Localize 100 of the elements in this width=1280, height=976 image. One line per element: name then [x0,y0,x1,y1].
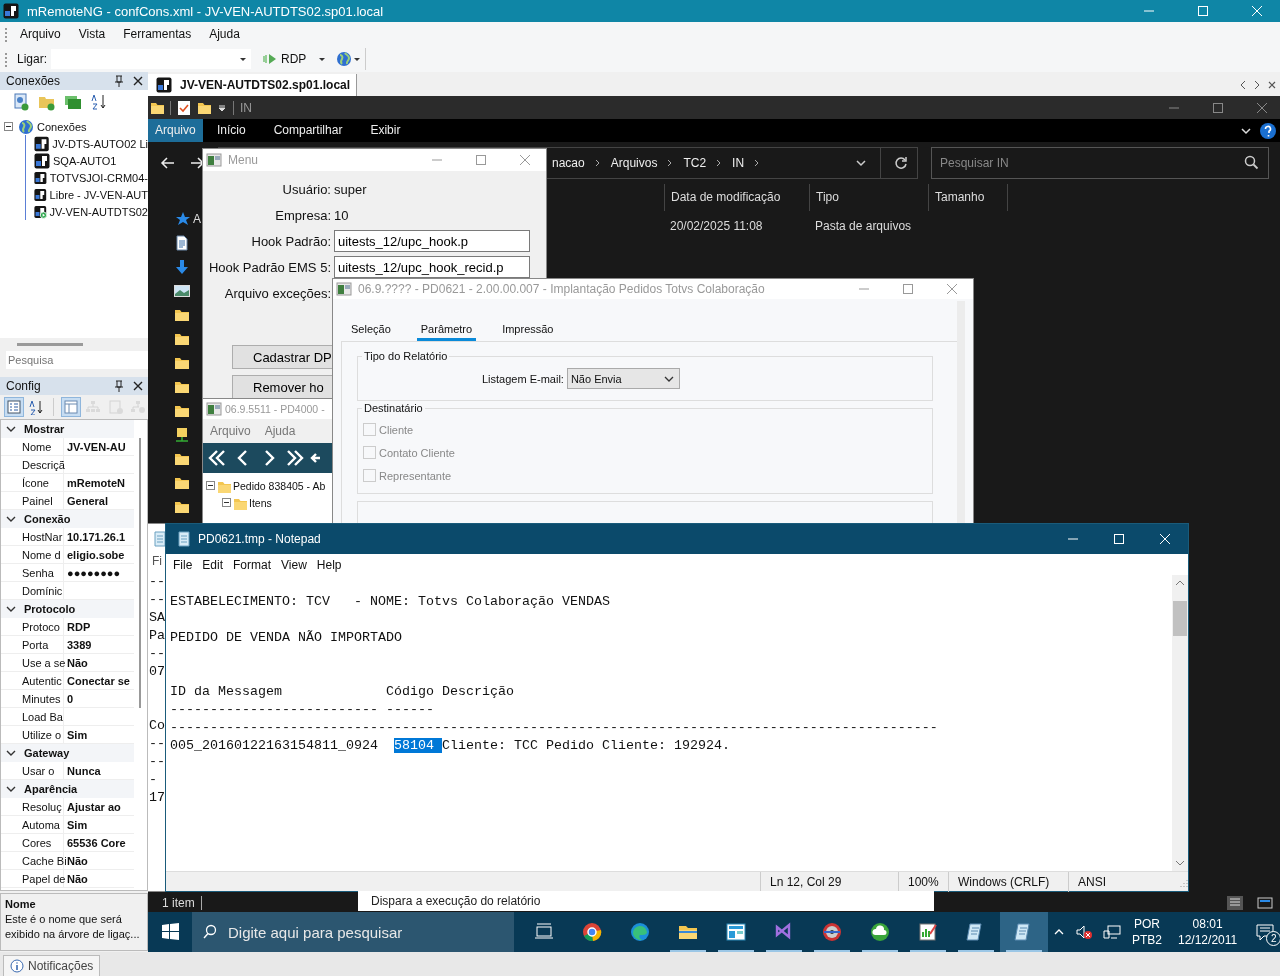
dropdown[interactable]: Não Envia [566,368,680,390]
nav-item[interactable]: A [193,212,201,226]
folder-icon[interactable] [174,355,190,371]
folder-icon[interactable] [174,475,190,491]
folder-icon[interactable] [174,307,190,323]
pin-icon[interactable] [114,75,124,87]
folder-icon[interactable] [174,403,190,419]
category-row[interactable]: Aparência [1,780,134,798]
column-header[interactable]: Data de modificação [664,184,809,211]
search-field[interactable]: Pesquisar IN [931,147,1270,179]
folder-icon[interactable] [174,379,190,395]
star-icon[interactable] [174,211,190,227]
protocol-button[interactable]: RDP [261,52,309,66]
breadcrumb-item[interactable]: IN [732,156,745,170]
new-connection-icon[interactable] [12,92,30,111]
collapse-icon[interactable] [6,514,16,524]
refresh-icon[interactable] [893,155,909,171]
ribbon-tab[interactable]: Arquivo [148,119,203,142]
menu-item[interactable]: Ajuda [264,424,296,438]
scroll-up-icon[interactable] [1175,579,1185,587]
scroll-down-icon[interactable] [1175,859,1185,867]
property-value[interactable]: Sim [64,726,134,744]
folder-icon[interactable] [174,331,190,347]
pin-icon[interactable] [114,380,124,392]
menu-item[interactable]: Ajuda [200,27,249,41]
property-value[interactable]: ●●●●●●●● [64,564,134,582]
scrollbar[interactable] [1172,575,1188,871]
column-header[interactable]: Tamanho [928,184,1008,211]
quick-connect-button[interactable] [336,48,367,70]
menu-item[interactable]: Vista [69,27,115,41]
property-value[interactable]: 3389 [64,636,134,654]
collapse-icon[interactable] [6,604,16,614]
back-arrow-icon[interactable] [160,155,176,171]
menu-item[interactable]: Edit [197,557,229,572]
property-name[interactable]: Porta [20,636,64,654]
forward-arrow-icon[interactable] [189,155,205,171]
menu-item[interactable]: View [276,557,312,572]
collapse-icon[interactable] [6,424,16,434]
menu-item[interactable]: Arquivo [210,424,251,438]
scrollbar-thumb[interactable] [139,438,141,708]
help-icon[interactable] [1259,121,1278,140]
close-icon[interactable] [132,75,144,87]
document-tab[interactable]: JV-VEN-AUTDTS02.sp01.local [148,74,358,96]
scroll-left-icon[interactable] [1239,80,1248,90]
clock[interactable]: 08:01 12/12/2011 [1178,916,1238,948]
property-name[interactable]: Ícone [20,474,64,492]
language-indicator[interactable]: POR PTB2 [1132,916,1162,948]
network-icon[interactable] [1103,924,1121,940]
property-name[interactable]: Use a se [20,654,64,672]
category-row[interactable]: Mostrar [1,420,134,438]
property-value[interactable]: 65536 Core [64,834,134,852]
property-name[interactable]: Nome d [20,546,64,564]
network-drive-icon[interactable] [174,427,190,443]
tree-item[interactable]: JV-VEN-AUTDTS02 [49,205,148,218]
ribbon-tab[interactable]: Início [203,119,260,142]
ribbon-tab[interactable]: Compartilhar [259,119,357,142]
tree-item[interactable]: TOTVSJOI-CRM04- [49,171,148,184]
tree-item[interactable]: JV-DTS-AUTO02 Li [52,137,148,150]
tab[interactable]: Impressão [498,323,558,341]
property-value[interactable]: 10.171.26.1 [64,528,134,546]
property-name[interactable]: Nome [20,438,64,456]
collapse-icon[interactable] [6,748,16,758]
menu-item[interactable]: Format [228,557,277,572]
collapse-icon[interactable] [222,498,231,507]
picture-icon[interactable] [174,283,190,299]
property-value[interactable]: eligio.sobe [64,546,134,564]
column-header[interactable]: Tipo [809,184,928,211]
tab[interactable]: Seleção [347,323,395,341]
scrollbar[interactable] [957,301,965,523]
document-icon[interactable] [174,235,190,251]
search-icon[interactable] [1244,155,1261,171]
menu-item[interactable]: Help [311,557,347,572]
notepad-app-button[interactable] [1000,912,1048,952]
property-name[interactable]: Papel de [20,870,64,888]
text-field[interactable]: uitests_12/upc_hook.p [334,230,530,252]
tree-item[interactable]: Conexões [37,120,87,133]
property-value[interactable]: RDP [64,618,134,636]
collapse-icon[interactable] [206,481,215,490]
close-icon[interactable] [1267,80,1278,90]
tab[interactable]: Parâmetro [416,323,477,341]
connect-field[interactable] [51,49,252,69]
property-name[interactable]: HostNar [20,528,64,546]
property-value[interactable]: Ajustar ao [64,798,134,816]
ribbon-tab[interactable]: Exibir [356,119,415,142]
tree-item[interactable]: Libre - JV-VEN-AUT [49,188,148,201]
property-value[interactable]: JV-VEN-AU [64,438,134,456]
property-name[interactable]: Protoco [20,618,64,636]
category-row[interactable]: Conexão [1,510,134,528]
property-name[interactable]: Senha [20,564,64,582]
menu-item[interactable]: Fi [152,554,162,573]
property-name[interactable]: Cores [20,834,64,852]
menu-item[interactable]: Ferramentas [114,27,201,41]
collapse-icon[interactable] [6,784,16,794]
search-field[interactable]: Digite aqui para pesquisar [192,912,514,952]
speaker-muted-icon[interactable] [1075,924,1093,940]
property-value[interactable]: Nunca [64,762,134,780]
splitter-handle[interactable] [17,342,83,346]
property-name[interactable]: Descriçã [20,456,64,474]
property-value[interactable]: Conectar se [64,672,134,690]
tiles-view-icon[interactable] [1257,895,1274,910]
